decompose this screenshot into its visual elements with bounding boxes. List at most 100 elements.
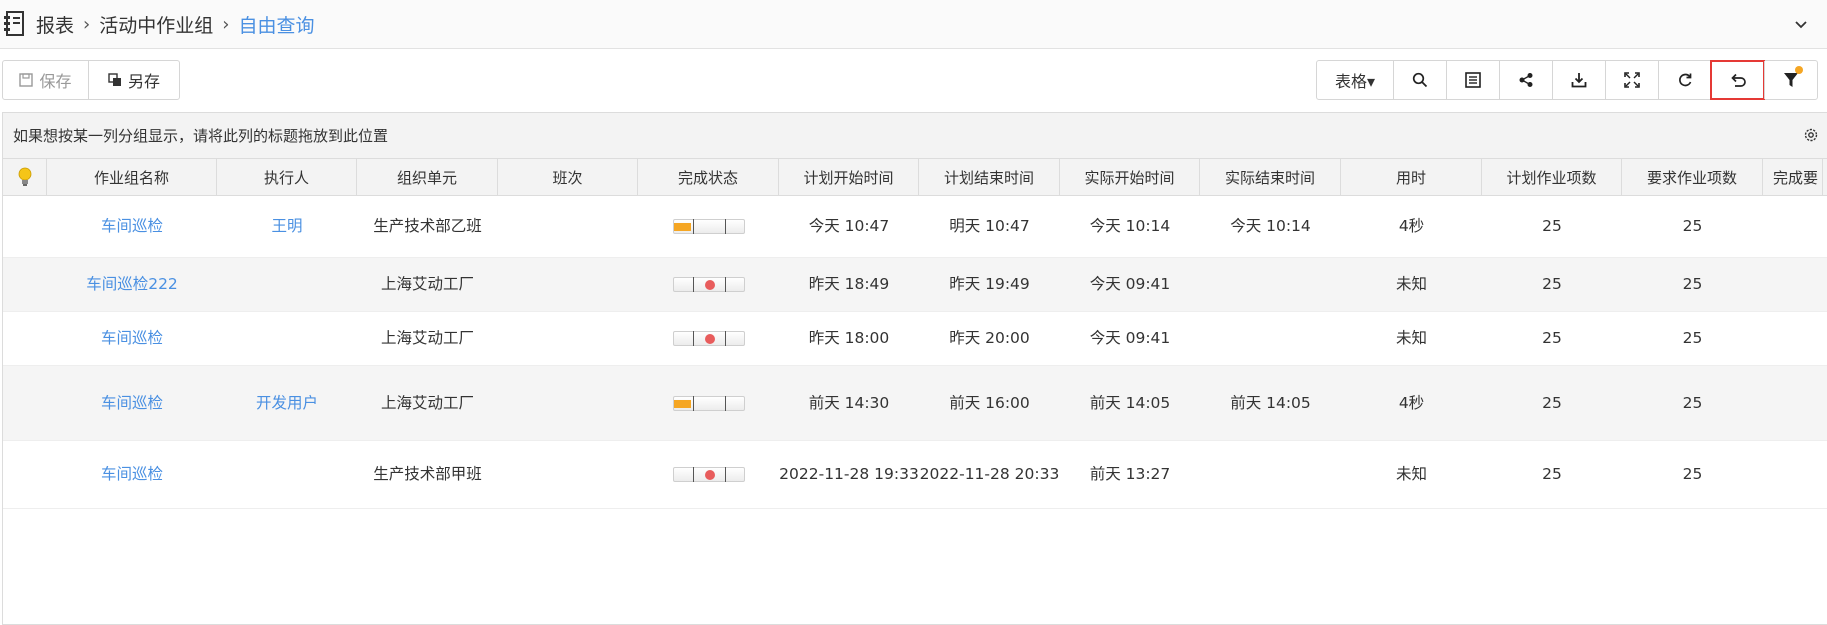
column-header-actual-start[interactable]: 实际开始时间 — [1060, 159, 1200, 195]
column-header-plan-start[interactable]: 计划开始时间 — [779, 159, 919, 195]
column-header-status[interactable]: 完成状态 — [638, 159, 779, 195]
shift-cell — [498, 366, 638, 440]
breadcrumb-active-groups[interactable]: 活动中作业组 — [99, 11, 213, 38]
save-button[interactable]: 保存 — [3, 61, 89, 99]
executor-link[interactable] — [217, 258, 357, 311]
column-header-plan-end[interactable]: 计划结束时间 — [919, 159, 1060, 195]
column-header-duration[interactable]: 用时 — [1341, 159, 1482, 195]
fullscreen-icon — [1624, 72, 1640, 88]
group-name-link[interactable]: 车间巡检 — [47, 196, 217, 257]
group-name-link-text[interactable]: 车间巡检 — [101, 326, 163, 351]
progress-marker — [692, 331, 694, 346]
data-grid: 如果想按某一列分组显示，请将此列的标题拖放到此位置 作业组名称 执行人 组织单元… — [2, 112, 1827, 625]
plan-items-cell-text: 25 — [1542, 465, 1562, 483]
refresh-button[interactable] — [1658, 61, 1711, 99]
chevron-down-icon[interactable] — [1791, 14, 1811, 34]
view-mode-dropdown[interactable]: 表格▾ — [1317, 61, 1393, 99]
plan-end-cell-text: 2022-11-28 20:33 — [919, 465, 1060, 483]
org-unit-cell: 生产技术部甲班 — [357, 441, 498, 508]
table-row[interactable]: 车间巡检222 上海艾动工厂 昨天 18:49 昨天 19:49 今天 09:41 未知 2… — [3, 258, 1827, 312]
column-header-executor[interactable]: 执行人 — [217, 159, 357, 195]
actual-start-cell: 今天 09:41 — [1060, 312, 1200, 365]
executor-link[interactable]: 开发用户 — [217, 366, 357, 440]
search-button[interactable] — [1393, 61, 1446, 99]
actual-start-cell: 前天 14:05 — [1060, 366, 1200, 440]
required-items-cell-text: 25 — [1682, 217, 1703, 235]
group-name-link-text[interactable]: 车间巡检 — [101, 462, 163, 487]
progress-bar — [672, 467, 745, 482]
progress-bar — [672, 277, 745, 292]
column-header-completed[interactable]: 完成要 — [1763, 159, 1823, 195]
breadcrumb-reports[interactable]: 报表 — [36, 11, 74, 38]
executor-link-text[interactable]: 王明 — [271, 214, 302, 239]
table-settings-button[interactable] — [1446, 61, 1499, 99]
plan-items-cell: 25 — [1482, 258, 1622, 311]
group-drop-panel[interactable]: 如果想按某一列分组显示，请将此列的标题拖放到此位置 — [3, 113, 1827, 159]
row-hint-cell — [3, 366, 47, 440]
column-header-group-name[interactable]: 作业组名称 — [47, 159, 217, 195]
duration-cell-text: 未知 — [1395, 275, 1427, 293]
view-tools: 表格▾ — [1316, 60, 1818, 100]
column-header-actual-end[interactable]: 实际结束时间 — [1200, 159, 1341, 195]
plan-items-cell-text: 25 — [1542, 275, 1562, 293]
actual-start-cell-text: 今天 09:41 — [1089, 275, 1171, 293]
column-header-shift[interactable]: 班次 — [498, 159, 638, 195]
actual-start-cell: 前天 13:27 — [1060, 441, 1200, 508]
table-row[interactable]: 车间巡检 开发用户 上海艾动工厂 前天 14:30 前天 16:00 前天 14:05 前天… — [3, 366, 1827, 441]
required-items-cell-text: 25 — [1682, 329, 1703, 347]
save-as-button[interactable]: 另存 — [89, 61, 179, 99]
table-row[interactable]: 车间巡检 王明 生产技术部乙班 今天 10:47 明天 10:47 今天 10:14 今天 … — [3, 196, 1827, 258]
fullscreen-button[interactable] — [1605, 61, 1658, 99]
column-header-plan-items[interactable]: 计划作业项数 — [1482, 159, 1622, 195]
plan-start-cell-text: 前天 14:30 — [808, 393, 890, 412]
plan-start-cell: 昨天 18:49 — [779, 258, 919, 311]
group-name-link[interactable]: 车间巡检 — [47, 312, 217, 365]
column-header-hint[interactable] — [3, 159, 47, 195]
column-header-required-items[interactable]: 要求作业项数 — [1622, 159, 1763, 195]
plan-start-cell: 2022-11-28 19:33 — [779, 441, 919, 508]
column-header-org-unit[interactable]: 组织单元 — [357, 159, 498, 195]
row-hint-cell — [3, 312, 47, 365]
plan-end-cell-text: 昨天 19:49 — [949, 275, 1030, 293]
download-button[interactable] — [1552, 61, 1605, 99]
floppy-icon — [19, 73, 34, 87]
actual-start-cell-text: 前天 13:27 — [1089, 465, 1171, 483]
table-row[interactable]: 车间巡检 上海艾动工厂 昨天 18:00 昨天 20:00 今天 09:41 未知 25 25 — [3, 312, 1827, 366]
executor-link[interactable]: 王明 — [217, 196, 357, 257]
group-name-link-text[interactable]: 车间巡检 — [101, 214, 163, 239]
plan-end-cell: 2022-11-28 20:33 — [919, 441, 1060, 508]
executor-link[interactable] — [217, 312, 357, 365]
breadcrumb-free-query: 自由查询 — [238, 14, 315, 37]
group-name-link[interactable]: 车间巡检222 — [47, 258, 217, 311]
plan-items-cell-text: 25 — [1542, 217, 1562, 235]
group-name-link[interactable]: 车间巡检 — [47, 441, 217, 508]
required-items-cell: 25 — [1622, 312, 1763, 365]
group-name-link-text[interactable]: 车间巡检 — [101, 391, 163, 416]
plan-end-cell: 前天 16:00 — [919, 366, 1060, 440]
undo-button[interactable] — [1710, 60, 1765, 100]
plan-start-cell-text: 昨天 18:00 — [808, 329, 890, 347]
org-unit-cell: 上海艾动工厂 — [357, 258, 498, 311]
duration-cell: 4秒 — [1341, 196, 1482, 257]
toolbar: 保存 另存 表格▾ — [0, 49, 1827, 109]
gear-icon[interactable] — [1803, 127, 1819, 147]
actual-end-cell — [1200, 258, 1341, 311]
refresh-icon — [1679, 73, 1692, 87]
group-name-link[interactable]: 车间巡检 — [47, 366, 217, 440]
copy-icon — [108, 73, 121, 86]
breadcrumb-separator: › — [83, 13, 91, 35]
filter-button[interactable] — [1764, 61, 1817, 99]
group-name-link-text[interactable]: 车间巡检222 — [86, 272, 178, 297]
duration-cell: 未知 — [1341, 441, 1482, 508]
plan-items-cell: 25 — [1482, 196, 1622, 257]
plan-items-cell-text: 25 — [1542, 393, 1562, 412]
plan-end-cell: 明天 10:47 — [919, 196, 1060, 257]
executor-link[interactable] — [217, 441, 357, 508]
completed-cell — [1763, 258, 1823, 311]
table-row[interactable]: 车间巡检 生产技术部甲班 2022-11-28 19:33 2022-11-28 20… — [3, 441, 1827, 509]
undo-icon — [1731, 73, 1746, 87]
shift-cell — [498, 258, 638, 311]
share-button[interactable] — [1499, 61, 1552, 99]
required-items-cell-text: 25 — [1682, 465, 1703, 483]
executor-link-text[interactable]: 开发用户 — [256, 391, 318, 416]
